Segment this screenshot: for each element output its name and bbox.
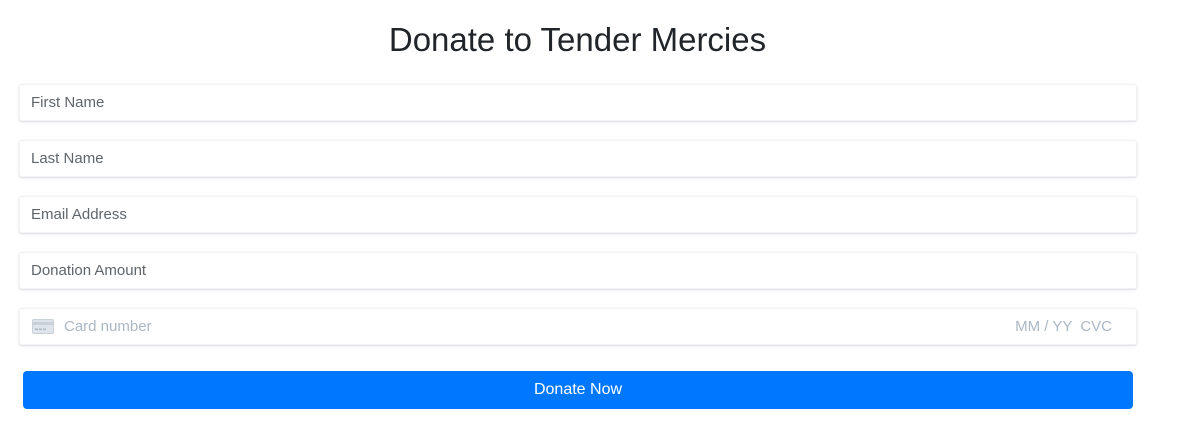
- last-name-field-wrapper: [19, 140, 1137, 177]
- donate-now-button[interactable]: Donate Now: [23, 371, 1133, 409]
- donation-amount-input[interactable]: [20, 253, 1136, 288]
- email-field-wrapper: [19, 196, 1137, 233]
- first-name-input[interactable]: [20, 85, 1136, 120]
- card-cvc-input[interactable]: CVC: [1080, 318, 1112, 335]
- card-element[interactable]: Card number MM / YY CVC: [19, 308, 1137, 345]
- card-expiry-input[interactable]: MM / YY: [1015, 318, 1072, 335]
- card-number-input[interactable]: Card number: [64, 318, 1015, 335]
- first-name-field-wrapper: [19, 84, 1137, 121]
- page-title: Donate to Tender Mercies: [388, 21, 767, 58]
- donation-page: Donate to Tender Mercies First Name Last…: [0, 0, 1181, 425]
- email-input[interactable]: [20, 197, 1136, 232]
- card-row: Card number MM / YY CVC: [20, 309, 1136, 344]
- credit-card-icon: [32, 319, 54, 334]
- donation-amount-field-wrapper: [19, 252, 1137, 289]
- last-name-input[interactable]: [20, 141, 1136, 176]
